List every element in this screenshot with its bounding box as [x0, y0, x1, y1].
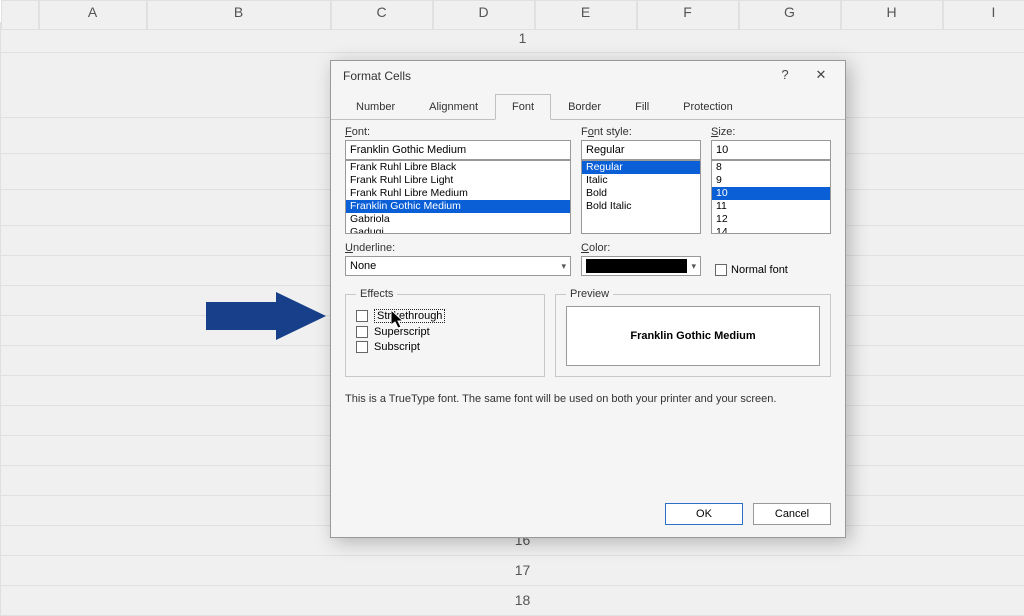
font-style-input[interactable] — [581, 140, 701, 160]
color-swatch — [586, 259, 687, 273]
size-listbox[interactable]: 8 9 10 11 12 14 — [711, 160, 831, 234]
font-style-listbox[interactable]: Regular Italic Bold Bold Italic — [581, 160, 701, 234]
list-item[interactable]: Gabriola — [346, 213, 570, 226]
tab-font[interactable]: Font — [495, 94, 551, 120]
font-style-label: Font style: — [581, 126, 701, 138]
ok-button[interactable]: OK — [665, 503, 743, 525]
chevron-down-icon: ▾ — [691, 261, 696, 272]
chevron-down-icon: ▾ — [561, 261, 566, 272]
col-header-c[interactable]: C — [331, 0, 433, 30]
col-header-f[interactable]: F — [637, 0, 739, 30]
color-label: Color: — [581, 242, 701, 254]
col-header-e[interactable]: E — [535, 0, 637, 30]
effects-legend: Effects — [356, 288, 397, 300]
checkbox-icon — [356, 341, 368, 353]
tab-protection[interactable]: Protection — [666, 94, 750, 120]
list-item[interactable]: Frank Ruhl Libre Light — [346, 174, 570, 187]
list-item[interactable]: 14 — [712, 226, 830, 234]
format-cells-dialog: Format Cells ? ✕ Number Alignment Font B… — [330, 60, 846, 538]
normal-font-label: Normal font — [731, 264, 788, 276]
preview-legend: Preview — [566, 288, 613, 300]
list-item[interactable]: Bold Italic — [582, 200, 700, 213]
help-button[interactable]: ? — [767, 64, 803, 88]
preview-box: Franklin Gothic Medium — [566, 306, 820, 366]
list-item[interactable]: 11 — [712, 200, 830, 213]
underline-value: None — [350, 260, 376, 272]
list-item[interactable]: Gadugi — [346, 226, 570, 234]
tab-border[interactable]: Border — [551, 94, 618, 120]
col-header-i[interactable]: I — [943, 0, 1024, 30]
list-item[interactable]: Frank Ruhl Libre Medium — [346, 187, 570, 200]
list-item[interactable]: Regular — [582, 161, 700, 174]
list-item[interactable]: Italic — [582, 174, 700, 187]
list-item[interactable]: Frank Ruhl Libre Black — [346, 161, 570, 174]
dialog-tabs: Number Alignment Font Border Fill Protec… — [331, 93, 845, 120]
superscript-label: Superscript — [374, 326, 430, 338]
strikethrough-checkbox[interactable]: Strikethrough — [356, 309, 534, 323]
checkbox-icon — [356, 310, 368, 322]
list-item[interactable]: 8 — [712, 161, 830, 174]
col-header-a[interactable]: A — [39, 0, 147, 30]
superscript-checkbox[interactable]: Superscript — [356, 326, 534, 338]
row-header[interactable]: 18 — [1, 585, 1024, 615]
col-header-b[interactable]: B — [147, 0, 331, 30]
checkbox-icon — [715, 264, 727, 276]
annotation-arrow-icon — [206, 292, 326, 340]
tab-fill[interactable]: Fill — [618, 94, 666, 120]
subscript-label: Subscript — [374, 341, 420, 353]
list-item[interactable]: 12 — [712, 213, 830, 226]
checkbox-icon — [356, 326, 368, 338]
underline-dropdown[interactable]: None ▾ — [345, 256, 571, 276]
normal-font-checkbox[interactable]: Normal font — [715, 264, 788, 276]
size-input[interactable] — [711, 140, 831, 160]
col-header-h[interactable]: H — [841, 0, 943, 30]
list-item[interactable]: Bold — [582, 187, 700, 200]
tab-alignment[interactable]: Alignment — [412, 94, 495, 120]
strikethrough-label: Strikethrough — [374, 309, 445, 323]
font-label: Font: — [345, 126, 571, 138]
list-item[interactable]: 9 — [712, 174, 830, 187]
subscript-checkbox[interactable]: Subscript — [356, 341, 534, 353]
list-item[interactable]: Franklin Gothic Medium — [346, 200, 570, 213]
color-dropdown[interactable]: ▾ — [581, 256, 701, 276]
cancel-button[interactable]: Cancel — [753, 503, 831, 525]
font-listbox[interactable]: Frank Ruhl Libre Black Frank Ruhl Libre … — [345, 160, 571, 234]
preview-group: Preview Franklin Gothic Medium — [555, 288, 831, 377]
size-label: Size: — [711, 126, 831, 138]
list-item[interactable]: 10 — [712, 187, 830, 200]
close-button[interactable]: ✕ — [803, 64, 839, 88]
row-header[interactable]: 17 — [1, 555, 1024, 585]
corner-cell[interactable] — [1, 0, 39, 30]
dialog-title: Format Cells — [343, 69, 767, 83]
font-input[interactable] — [345, 140, 571, 160]
dialog-titlebar[interactable]: Format Cells ? ✕ — [331, 61, 845, 91]
effects-group: Effects Strikethrough Superscript Subscr… — [345, 288, 545, 377]
col-header-g[interactable]: G — [739, 0, 841, 30]
underline-label: Underline: — [345, 242, 571, 254]
tab-number[interactable]: Number — [339, 94, 412, 120]
truetype-note: This is a TrueType font. The same font w… — [345, 393, 831, 405]
col-header-d[interactable]: D — [433, 0, 535, 30]
